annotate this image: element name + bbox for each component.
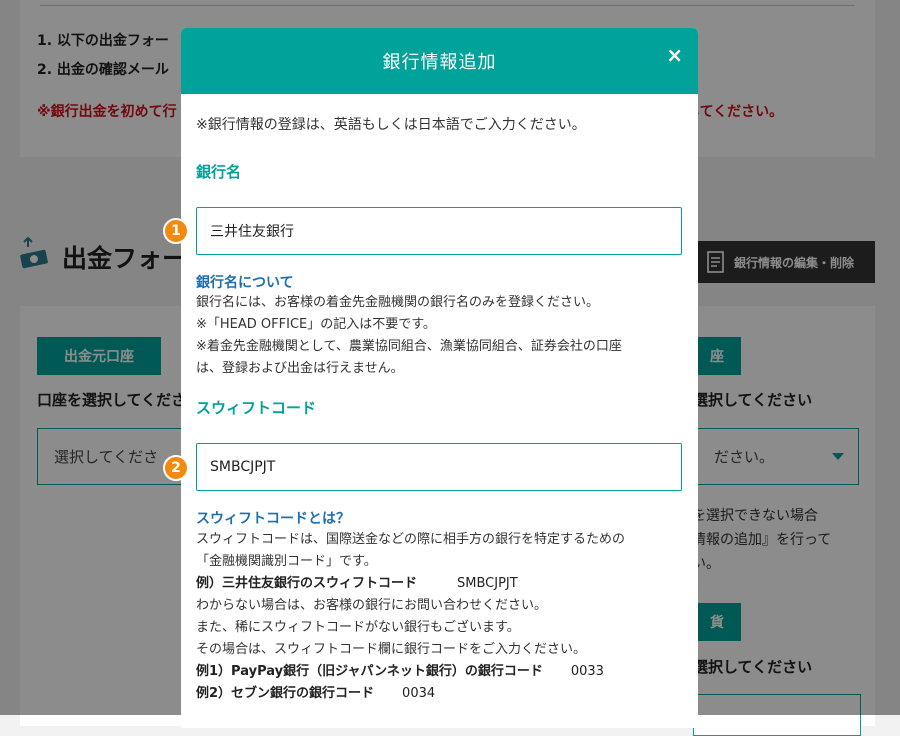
swift-example-2: 例2）セブン銀行の銀行コード 0034 <box>196 683 435 704</box>
swift-code-label: スウィフトコード <box>196 399 317 417</box>
step-badge-1: 1 <box>163 218 189 244</box>
swift-example-label: 例）三井住友銀行のスウィフトコード <box>196 576 418 591</box>
bank-name-label: 銀行名 <box>196 163 242 181</box>
swift-example-2-label: 例2）セブン銀行の銀行コード <box>196 686 375 701</box>
swift-more-line-2: また、稀にスウィフトコードがない銀行もございます。 <box>196 620 520 635</box>
swift-info-line-2: 「金融機関識別コード」です。 <box>196 554 377 569</box>
swift-example-value: SMBCJPJT <box>457 576 518 591</box>
add-bank-info-modal: 銀行情報追加 × ※銀行情報の登録は、英語もしくは日本語でご入力ください。 銀行… <box>181 28 698 728</box>
modal-intro-text: ※銀行情報の登録は、英語もしくは日本語でご入力ください。 <box>196 117 586 133</box>
swift-info-line-1: スウィフトコードは、国際送金などの際に相手方の銀行を特定するための <box>196 532 626 547</box>
swift-code-input[interactable] <box>196 443 682 491</box>
bank-name-info-line-4: は、登録および出金は行えません。 <box>196 361 404 376</box>
bank-name-info-title: 銀行名について <box>196 275 294 291</box>
swift-example: 例）三井住友銀行のスウィフトコード SMBCJPJT <box>196 573 518 594</box>
step-badge-2: 2 <box>163 455 189 481</box>
modal-title: 銀行情報追加 <box>382 52 497 73</box>
bank-name-info-line-3: ※着金先金融機関として、農業協同組合、漁業協同組合、証券会社の口座 <box>196 339 622 354</box>
swift-example-1-label: 例1）PayPay銀行（旧ジャパンネット銀行）の銀行コード <box>196 664 543 679</box>
close-icon[interactable]: × <box>666 43 684 67</box>
swift-example-2-value: 0034 <box>402 686 436 701</box>
bank-name-input[interactable] <box>196 207 682 255</box>
modal-header: 銀行情報追加 × <box>181 28 698 94</box>
bank-name-info-line-2: ※「HEAD OFFICE」の記入は不要です。 <box>196 317 436 332</box>
swift-example-1: 例1）PayPay銀行（旧ジャパンネット銀行）の銀行コード 0033 <box>196 661 604 682</box>
swift-more-line-1: わからない場合は、お客様の銀行にお問い合わせください。 <box>196 598 548 613</box>
swift-more-line-3: その場合は、スウィフトコード欄に銀行コードをご入力ください。 <box>196 642 587 657</box>
bank-name-info-line-1: 銀行名には、お客様の着金先金融機関の銀行名のみを登録ください。 <box>196 295 600 310</box>
swift-example-1-value: 0033 <box>570 664 604 679</box>
swift-info-title: スウィフトコードとは？ <box>196 511 350 527</box>
